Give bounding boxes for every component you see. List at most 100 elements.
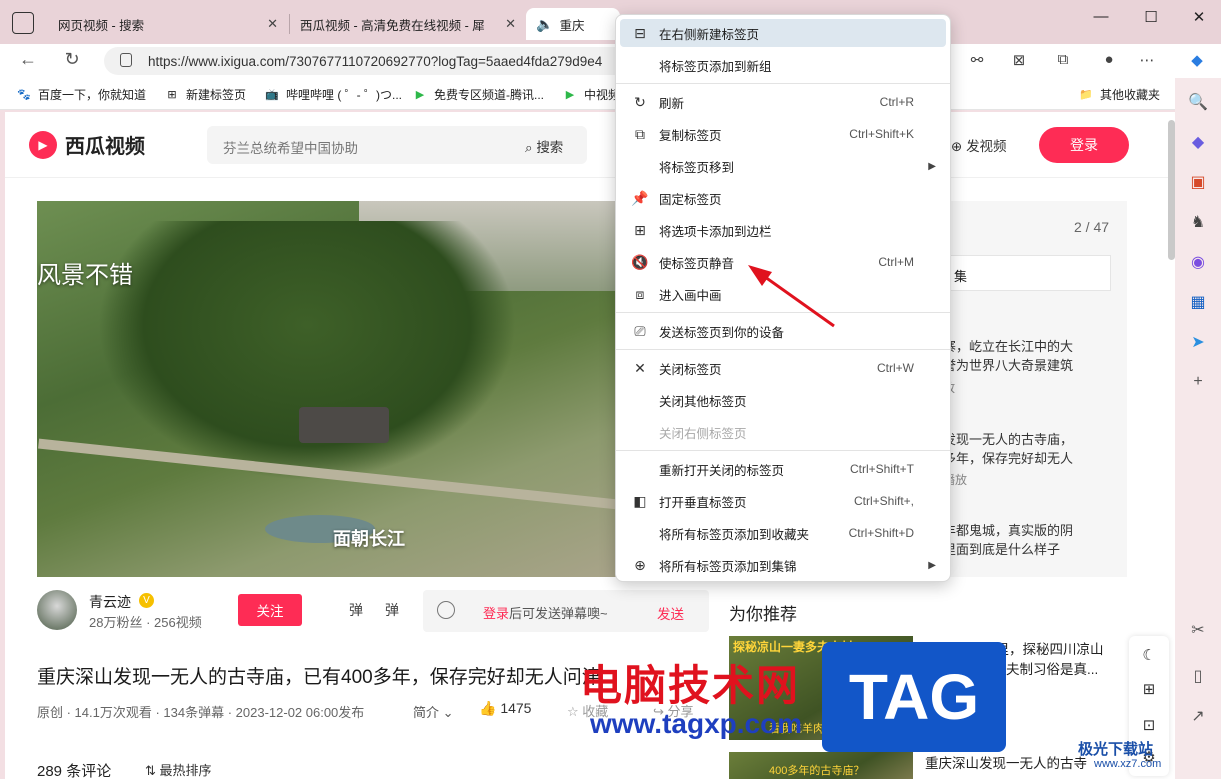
sidebar-toggle-icon[interactable]: ▯ xyxy=(1186,664,1210,688)
send-button[interactable]: 发送 xyxy=(657,603,684,623)
search-placeholder: 芬兰总统希望中国协助 xyxy=(223,141,358,156)
menu-item-duplicate[interactable]: ⧉ 复制标签页 Ctrl+Shift+K xyxy=(620,120,946,148)
add-to-queue-icon[interactable]: ⊞ xyxy=(1139,680,1159,700)
playlist-selector-label: 集 xyxy=(954,269,968,284)
tools-icon[interactable]: ▣ xyxy=(1186,170,1210,194)
back-icon[interactable]: ← xyxy=(14,49,42,70)
tab-active[interactable]: ▶ 🔈 重庆 xyxy=(526,8,620,40)
baidu-icon: 🐾 xyxy=(17,89,31,101)
menu-item-shortcut: Ctrl+Shift+T xyxy=(849,462,914,476)
menu-item-label: 固定标签页 xyxy=(659,192,722,207)
tab-search[interactable]: 🔍 网页视频 - 搜索 ✕ xyxy=(48,8,288,40)
search-button[interactable]: ⌕ 搜索 xyxy=(525,136,563,156)
menu-item-label: 关闭标签页 xyxy=(659,362,722,377)
more-icon[interactable]: ⋯ xyxy=(1136,51,1158,69)
lock-icon[interactable] xyxy=(120,53,132,67)
speaker-icon[interactable]: 🔈 xyxy=(536,16,553,33)
playlist-item-title[interactable]: 丰都鬼城，真实版的阴 xyxy=(943,521,1073,540)
add-icon[interactable]: + xyxy=(1186,370,1210,394)
danmu-login-link[interactable]: 登录 xyxy=(483,606,509,621)
bookmark-baidu[interactable]: 🐾 百度一下，你就知道 xyxy=(16,86,146,103)
tag-icon[interactable]: ◆ xyxy=(1186,130,1210,154)
menu-item-close-others[interactable]: 关闭其他标签页 xyxy=(620,386,946,414)
menu-item-add-all-favorites[interactable]: 将所有标签页添加到收藏夹 Ctrl+Shift+D xyxy=(620,519,946,547)
menu-item-add-all-collections[interactable]: ⊕ 将所有标签页添加到集锦 ▶ xyxy=(620,551,946,579)
bookmark-tencent[interactable]: ▶ 免费专区频道-腾讯... xyxy=(412,86,544,103)
tracking-prevention-icon[interactable]: ⊠ xyxy=(1008,51,1030,69)
tab-context-menu: ⊟ 在右侧新建标签页 将标签页添加到新组 ↻ 刷新 Ctrl+R ⧉ 复制标签页… xyxy=(615,14,951,582)
screenshot-icon[interactable]: ✂ xyxy=(1186,618,1210,642)
menu-item-add-to-group[interactable]: 将标签页添加到新组 xyxy=(620,51,946,79)
feedback-icon[interactable]: ⊡ xyxy=(1139,716,1159,736)
bookmark-other-favorites[interactable]: 📁 其他收藏夹 xyxy=(1078,86,1160,103)
browser-essentials-icon[interactable]: ⚯ xyxy=(966,51,988,69)
playlist-item-title[interactable]: 多年，保存完好却无人 xyxy=(943,449,1073,468)
danmu-settings[interactable]: 弹 xyxy=(385,600,399,620)
sort-button[interactable]: ⇅ 最热排序 xyxy=(145,760,212,779)
playlist-item-title[interactable]: 里面到底是什么样子 xyxy=(943,540,1060,559)
bookmark-label: 百度一下，你就知道 xyxy=(38,88,147,102)
danmu-hint-text: 后可发送弹幕噢~ xyxy=(509,606,608,621)
thumbnail-caption: 400多年的古寺庙？ xyxy=(769,765,865,777)
close-icon[interactable]: ✕ xyxy=(267,16,278,32)
danmu-input[interactable]: 登录后可发送弹幕噢~ 发送 xyxy=(423,590,709,632)
logo-text: 西瓜视频 xyxy=(65,136,145,158)
menu-item-mute[interactable]: 🔇 使标签页静音 Ctrl+M xyxy=(620,248,946,276)
playlist-selector[interactable]: 集 xyxy=(943,255,1111,291)
playlist-item-title[interactable]: 誉为世界八大奇景建筑 xyxy=(943,356,1073,375)
danmu-toggle[interactable]: 弹 xyxy=(349,600,363,620)
close-window-icon[interactable]: ✕ xyxy=(1184,8,1214,26)
comment-count: 289 条评论 xyxy=(37,763,112,779)
menu-item-add-to-sidebar[interactable]: ⊞ 将选项卡添加到边栏 xyxy=(620,216,946,244)
like-button[interactable]: 👍 1475 xyxy=(479,700,531,717)
publish-button[interactable]: ⊕ 发视频 xyxy=(951,135,1007,155)
follow-button[interactable]: 关注 xyxy=(238,594,302,626)
emoji-icon[interactable] xyxy=(437,601,455,619)
menu-item-move-tab[interactable]: 将标签页移到 ▶ xyxy=(620,152,946,180)
menu-item-send-to-device[interactable]: ⎚ 发送标签页到你的设备 xyxy=(620,317,946,345)
address-bar[interactable]: https://www.ixigua.com/73076771107206927… xyxy=(104,47,644,75)
menu-item-refresh[interactable]: ↻ 刷新 Ctrl+R xyxy=(620,88,946,116)
copilot-icon[interactable]: ◆ xyxy=(1186,51,1208,69)
microsoft365-icon[interactable]: ◉ xyxy=(1186,250,1210,274)
menu-item-vertical-tabs[interactable]: ◧ 打开垂直标签页 Ctrl+Shift+, xyxy=(620,487,946,515)
scrollbar[interactable] xyxy=(1168,120,1175,260)
menu-item-reopen-closed[interactable]: 重新打开关闭的标签页 Ctrl+Shift+T xyxy=(620,455,946,483)
intro-toggle[interactable]: 简介 ⌄ xyxy=(413,702,454,721)
bookmark-new-tab[interactable]: ⊞ 新建标签页 xyxy=(164,86,246,103)
tab-actions-icon[interactable] xyxy=(12,12,34,34)
dark-mode-icon[interactable]: ☾ xyxy=(1139,646,1159,666)
video-player[interactable]: 风景不错 面朝长江 xyxy=(37,201,619,577)
profile-icon[interactable]: ● xyxy=(1098,51,1120,68)
avatar[interactable] xyxy=(37,590,77,630)
danmu-hint: 登录后可发送弹幕噢~ xyxy=(483,603,608,622)
bookmark-zhongshipin[interactable]: ▶ 中视频 xyxy=(562,86,620,103)
menu-item-new-tab-right[interactable]: ⊟ 在右侧新建标签页 xyxy=(620,19,946,47)
menu-item-pin[interactable]: 📌 固定标签页 xyxy=(620,184,946,212)
external-icon[interactable]: ↗ xyxy=(1186,704,1210,728)
send-icon[interactable]: ➤ xyxy=(1186,330,1210,354)
bookmark-bilibili[interactable]: 📺 哔哩哔哩 ( ゜- ゜)つ... xyxy=(264,86,402,103)
refresh-icon[interactable]: ↻ xyxy=(58,49,86,70)
site-logo[interactable]: ▶ 西瓜视频 xyxy=(29,130,145,159)
login-button[interactable]: 登录 xyxy=(1039,127,1129,163)
menu-item-pip[interactable]: ⧈ 进入画中画 xyxy=(620,280,946,308)
tab-xigua[interactable]: ▶ 西瓜视频 - 高清免费在线视频 - 犀 ✕ xyxy=(290,8,526,40)
site-search[interactable]: 芬兰总统希望中国协助 ⌕ 搜索 xyxy=(207,126,587,164)
split-screen-icon[interactable]: ⧉ xyxy=(1052,51,1074,68)
search-icon[interactable]: 🔍 xyxy=(1186,90,1210,114)
playlist-item-title[interactable]: 发现一无人的古寺庙， xyxy=(943,430,1073,449)
vertical-tabs-icon: ◧ xyxy=(633,492,647,509)
menu-item-close-tab[interactable]: ✕ 关闭标签页 Ctrl+W xyxy=(620,354,946,382)
maximize-icon[interactable]: ☐ xyxy=(1136,8,1166,26)
games-icon[interactable]: ♞ xyxy=(1186,210,1210,234)
author-name[interactable]: 青云迹 xyxy=(89,592,131,612)
video-temple xyxy=(299,407,389,443)
minimize-icon[interactable]: — xyxy=(1086,8,1116,25)
close-icon: ✕ xyxy=(634,359,646,376)
recommend-item-title[interactable]: 重庆深山发现一无人的古寺 xyxy=(925,754,1087,774)
outlook-icon[interactable]: ▦ xyxy=(1186,290,1210,314)
playlist-item-title[interactable]: 寨，屹立在长江中的大 xyxy=(943,337,1073,356)
recommend-thumbnail[interactable]: 400多年的古寺庙？ xyxy=(729,752,913,779)
close-icon[interactable]: ✕ xyxy=(505,16,516,32)
